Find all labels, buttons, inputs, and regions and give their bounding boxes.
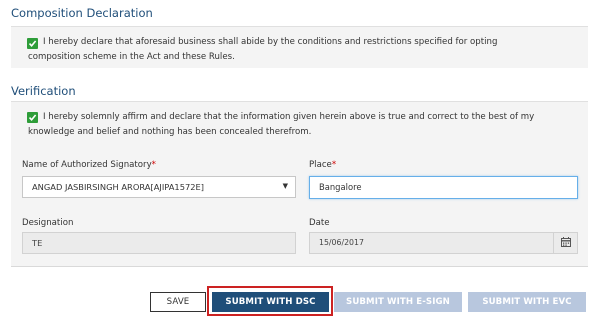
composition-declaration-title: Composition Declaration [11, 6, 153, 20]
date-field: 15/06/2017 [309, 232, 578, 254]
designation-label: Designation [22, 218, 74, 228]
verification-declaration-line2: knowledge and belief and nothing has bee… [28, 127, 312, 137]
composition-declaration-panel: I hereby declare that aforesaid business… [11, 26, 588, 68]
designation-field: TE [22, 232, 296, 254]
place-label: Place* [309, 160, 337, 170]
signatory-selected-value: ANGAD JASBIRSINGH ARORA[AJIPA1572E] [32, 182, 205, 192]
verification-title: Verification [11, 84, 76, 98]
save-button[interactable]: SAVE [150, 292, 206, 312]
designation-value: TE [32, 238, 43, 248]
place-input-value: Bangalore [319, 182, 362, 192]
composition-declaration-line2: composition scheme in the Act and these … [28, 52, 235, 62]
composition-declaration-text: I hereby declare that aforesaid business… [28, 35, 586, 65]
submit-with-dsc-button[interactable]: SUBMIT WITH DSC [212, 292, 329, 312]
required-marker: * [331, 160, 337, 170]
submit-with-evc-button[interactable]: SUBMIT WITH EVC [468, 292, 586, 312]
date-value: 15/06/2017 [319, 238, 364, 247]
composition-declaration-line1: I hereby declare that aforesaid business… [43, 37, 498, 47]
place-input[interactable]: Bangalore [309, 176, 578, 199]
verification-declaration-line1: I hereby solemnly affirm and declare tha… [43, 112, 535, 122]
calendar-icon[interactable] [553, 232, 577, 254]
required-marker: * [151, 160, 156, 170]
signatory-select[interactable]: ANGAD JASBIRSINGH ARORA[AJIPA1572E] ▼ [22, 176, 296, 198]
submit-with-esign-button[interactable]: SUBMIT WITH E-SIGN [334, 292, 462, 312]
verification-declaration-text: I hereby solemnly affirm and declare tha… [28, 110, 588, 140]
dropdown-arrow-icon: ▼ [282, 182, 288, 190]
signatory-label: Name of Authorized Signatory* [22, 160, 156, 170]
date-label: Date [309, 218, 330, 228]
